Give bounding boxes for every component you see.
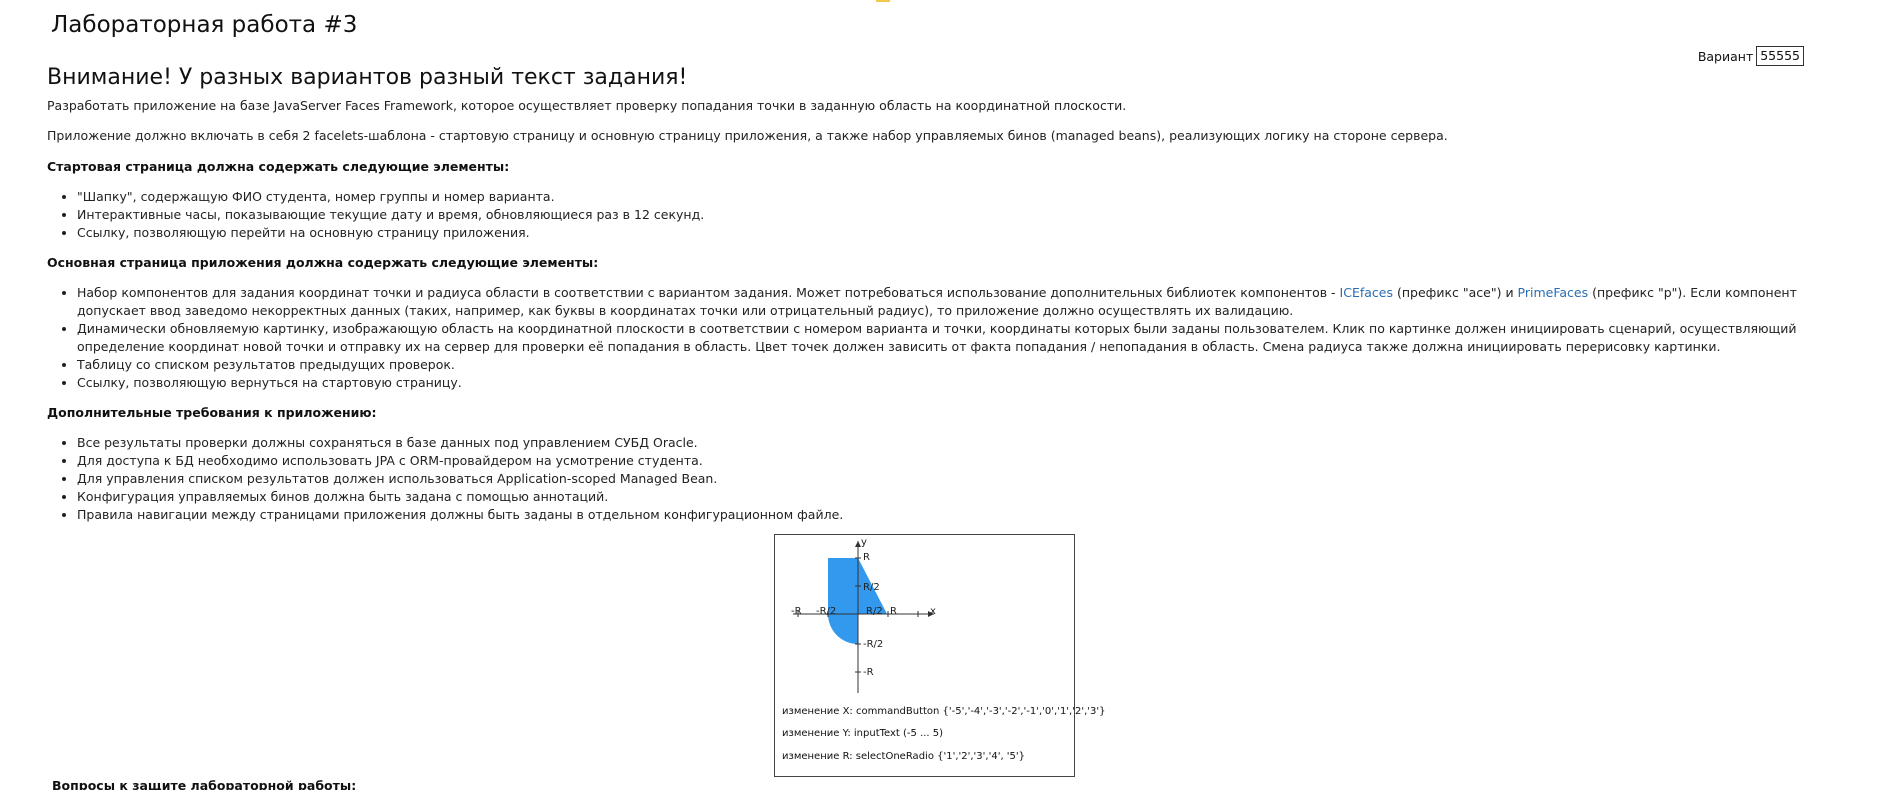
diagram-r-control-line: изменение R: selectOneRadio {'1','2','3'… — [782, 751, 1026, 762]
label-r-right: R — [890, 606, 897, 617]
variant-input[interactable]: 55555 — [1756, 46, 1804, 66]
main-list-item-4: Ссылку, позволяющую вернуться на стартов… — [77, 374, 1827, 392]
label-r-top: R — [863, 552, 870, 563]
label-half-r-top: R/2 — [863, 582, 880, 593]
label-half-r-right: R/2 — [866, 606, 883, 617]
coordinate-plane-diagram: y x R R/2 -R -R/2 R/2 R -R/2 -R — [791, 537, 936, 693]
extra-list-item-4: Конфигурация управляемых бинов должна бы… — [77, 488, 1827, 506]
lab-page: Лабораторная работа #3 Вариант 55555 Вни… — [0, 0, 1882, 790]
defense-questions-heading: Вопросы к защите лабораторной работы: — [52, 778, 357, 790]
variant-box: Вариант 55555 — [1698, 46, 1804, 66]
main-item-1-before: Набор компонентов для задания координат … — [77, 285, 1340, 300]
main-section-list: Набор компонентов для задания координат … — [47, 284, 1827, 392]
start-list-item-3: Ссылку, позволяющую перейти на основную … — [77, 224, 1827, 242]
extra-section-list: Все результаты проверки должны сохранять… — [47, 434, 1827, 524]
task-content: Разработать приложение на базе JavaServe… — [47, 97, 1827, 536]
label-minus-half-r-bottom: -R/2 — [863, 639, 883, 650]
start-list-item-2: Интерактивные часы, показывающие текущие… — [77, 206, 1827, 224]
main-item-1-middle: (префикс "ace") и — [1396, 285, 1518, 300]
region-quarter-circle — [828, 614, 858, 644]
extra-list-item-3: Для управления списком результатов долже… — [77, 470, 1827, 488]
label-minus-r-bottom: -R — [863, 667, 874, 678]
start-section-list: "Шапку", содержащую ФИО студента, номер … — [47, 188, 1827, 242]
page-title: Лабораторная работа #3 — [51, 12, 358, 38]
start-section-heading: Стартовая страница должна содержать след… — [47, 159, 510, 174]
y-axis-label: y — [861, 537, 867, 548]
task-paragraph-1: Разработать приложение на базе JavaServe… — [47, 98, 1127, 113]
main-list-item-3: Таблицу со списком результатов предыдущи… — [77, 356, 1827, 374]
primefaces-link[interactable]: PrimeFaces — [1518, 285, 1589, 300]
main-section-heading: Основная страница приложения должна соде… — [47, 255, 599, 270]
main-list-item-2: Динамически обновляемую картинку, изобра… — [77, 320, 1827, 356]
variant-label: Вариант — [1697, 48, 1754, 64]
diagram-x-control-line: изменение X: commandButton {'-5','-4','-… — [782, 706, 1106, 717]
extra-list-item-1: Все результаты проверки должны сохранять… — [77, 434, 1827, 452]
warning-heading: Внимание! У разных вариантов разный текс… — [47, 65, 688, 90]
extra-list-item-5: Правила навигации между страницами прило… — [77, 506, 1827, 524]
label-minus-r-left: -R — [791, 606, 802, 617]
diagram-y-control-line: изменение Y: inputText (-5 ... 5) — [782, 728, 944, 739]
icefaces-link[interactable]: ICEfaces — [1340, 285, 1393, 300]
top-marker — [876, 0, 890, 2]
main-list-item-1: Набор компонентов для задания координат … — [77, 284, 1827, 320]
task-paragraph-2: Приложение должно включать в себя 2 face… — [47, 128, 1448, 143]
x-axis-label: x — [930, 606, 936, 617]
variant-diagram: y x R R/2 -R -R/2 R/2 R -R/2 -R изменени… — [774, 534, 1106, 777]
extra-list-item-2: Для доступа к БД необходимо использовать… — [77, 452, 1827, 470]
start-list-item-1: "Шапку", содержащую ФИО студента, номер … — [77, 188, 1827, 206]
extra-section-heading: Дополнительные требования к приложению: — [47, 405, 377, 420]
label-minus-half-r-left: -R/2 — [816, 606, 836, 617]
